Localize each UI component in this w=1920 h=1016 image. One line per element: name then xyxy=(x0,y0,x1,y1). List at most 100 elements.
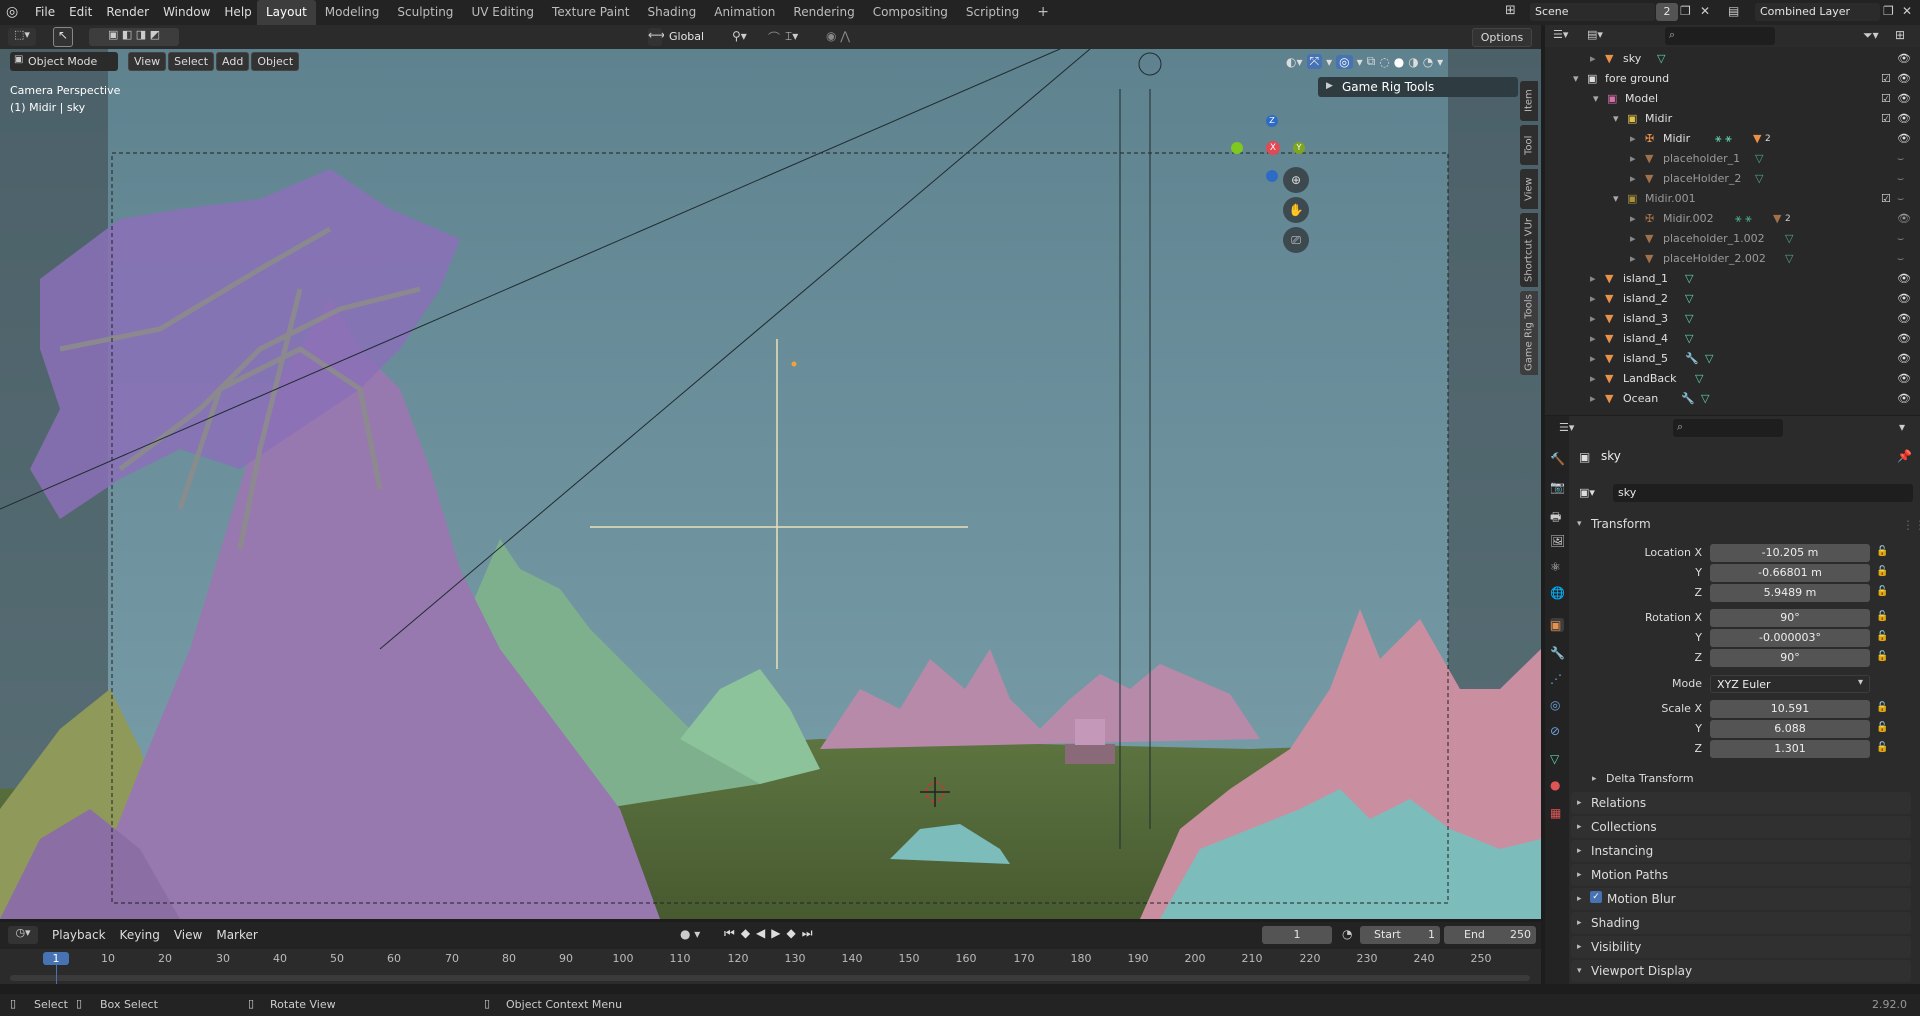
play-reverse-icon[interactable]: ◀ xyxy=(756,926,765,941)
proportional-edit-icon[interactable]: ◉ ⋀ xyxy=(826,29,850,43)
outliner-row-sky[interactable]: ▸ ▼ sky ▽ 👁 xyxy=(1545,49,1920,69)
lock-icon[interactable]: 🔓 xyxy=(1876,702,1888,713)
rotation-mode-select[interactable]: XYZ Euler xyxy=(1710,675,1870,693)
eye-icon[interactable]: 👁 xyxy=(1897,109,1911,129)
camera-view-icon[interactable]: ⎚ xyxy=(1283,227,1309,253)
tab-view[interactable]: View xyxy=(1520,169,1538,209)
outliner-row-midir-002[interactable]: ▸ ✠ Midir.002 ⚹ ⚹ ▼ 2 👁 xyxy=(1545,209,1920,229)
outliner-editor-icon[interactable]: ☰▾ xyxy=(1553,28,1568,41)
outliner-row-placeholder-2-002[interactable]: ▸ ▼ placeHolder_2.002 ▽ ⌣ xyxy=(1545,249,1920,269)
timeline-editor-icon[interactable]: ◷▾ xyxy=(8,926,38,944)
outliner-row-island-1[interactable]: ▸ ▼ island_1 ▽ 👁 xyxy=(1545,269,1920,289)
eye-icon[interactable]: 👁 xyxy=(1897,309,1911,329)
expand-icon[interactable]: ▸ xyxy=(1590,389,1596,409)
outliner-row-island-4[interactable]: ▸ ▼ island_4 ▽ 👁 xyxy=(1545,329,1920,349)
tab-game-rig-tools[interactable]: Game Rig Tools xyxy=(1520,291,1538,375)
outliner-row-placeholder-1[interactable]: ▸ ▼ placeholder_1 ▽ ⌣ xyxy=(1545,149,1920,169)
shading-material-icon[interactable]: ◑ xyxy=(1408,55,1418,69)
outliner-row-ocean[interactable]: ▸ ▼ Ocean 🔧 ▽ 👁 xyxy=(1545,389,1920,409)
expand-icon[interactable]: ▸ xyxy=(1590,269,1596,289)
rotation-x-field[interactable]: 90° xyxy=(1710,609,1870,627)
motion-blur-section[interactable]: Motion Blur xyxy=(1571,888,1911,910)
collapse-icon[interactable]: ▾ xyxy=(1577,519,1582,529)
tab-shading[interactable]: Shading xyxy=(638,0,705,25)
checkbox-icon[interactable]: ☑ xyxy=(1881,69,1891,89)
gizmo-y-axis[interactable]: Y xyxy=(1293,142,1305,154)
stopwatch-icon[interactable]: ◔ xyxy=(1342,927,1352,941)
properties-search-input[interactable] xyxy=(1673,419,1783,437)
tab-layout[interactable]: Layout xyxy=(257,0,316,25)
outliner-row-island-5[interactable]: ▸ ▼ island_5 🔧 ▽ 👁 xyxy=(1545,349,1920,369)
eye-icon[interactable]: 👁 xyxy=(1897,89,1911,109)
shading-dropdown-icon[interactable]: ▾ xyxy=(1437,55,1443,69)
motion-paths-section[interactable]: Motion Paths xyxy=(1571,864,1911,886)
lock-icon[interactable]: 🔓 xyxy=(1876,651,1888,662)
tab-modeling[interactable]: Modeling xyxy=(316,0,389,25)
eye-icon[interactable]: 👁 xyxy=(1897,69,1911,89)
viewport-menu-view[interactable]: View xyxy=(128,52,167,71)
checkbox-icon[interactable]: ☑ xyxy=(1881,109,1891,129)
lock-icon[interactable]: 🔓 xyxy=(1876,586,1888,597)
xray-icon[interactable]: ⧉ xyxy=(1367,54,1376,69)
tab-item[interactable]: Item xyxy=(1520,81,1538,121)
expand-icon[interactable]: ▸ xyxy=(1577,894,1582,904)
timeline-menu-marker[interactable]: Marker xyxy=(212,925,261,945)
world-icon[interactable]: 🌐 xyxy=(1550,586,1565,600)
lock-icon[interactable]: 🔓 xyxy=(1876,631,1888,642)
eye-icon[interactable]: 👁 xyxy=(1897,369,1911,389)
overlay-dropdown-icon[interactable]: ▾ xyxy=(1357,55,1363,69)
shading-section[interactable]: Shading xyxy=(1571,912,1911,934)
eye-closed-icon[interactable]: ⌣ xyxy=(1897,229,1904,249)
timeline-scrollbar[interactable] xyxy=(10,975,1530,981)
orientation-icon[interactable]: ⟷ xyxy=(648,28,665,46)
tab-texture-paint[interactable]: Texture Paint xyxy=(543,0,638,25)
particles-icon[interactable]: ⋰ xyxy=(1550,672,1564,686)
scale-x-field[interactable]: 10.591 xyxy=(1710,700,1870,718)
outliner-row-landback[interactable]: ▸ ▼ LandBack ▽ 👁 xyxy=(1545,369,1920,389)
lock-icon[interactable]: 🔓 xyxy=(1876,566,1888,577)
visibility-section[interactable]: Visibility xyxy=(1571,936,1911,958)
snap-target-icon[interactable]: ⌶▾ xyxy=(785,29,798,44)
timeline-menu-view[interactable]: View xyxy=(170,925,206,945)
menu-render[interactable]: Render xyxy=(99,0,156,25)
start-frame-field[interactable]: Start 1 xyxy=(1360,926,1440,944)
add-workspace-icon[interactable]: + xyxy=(1028,0,1058,25)
expand-icon[interactable]: ▸ xyxy=(1630,169,1636,189)
outliner-row-placeholder-2[interactable]: ▸ ▼ placeHolder_2 ▽ ⌣ xyxy=(1545,169,1920,189)
record-icon[interactable]: ● ▾ xyxy=(680,927,700,941)
shading-solid-icon[interactable]: ● xyxy=(1394,55,1404,69)
viewport-menu-select[interactable]: Select xyxy=(168,52,215,71)
location-z-field[interactable]: 5.9489 m xyxy=(1710,584,1870,602)
scale-z-field[interactable]: 1.301 xyxy=(1710,740,1870,758)
visibility-icon[interactable]: ◐▾ xyxy=(1286,55,1303,69)
outliner-row-midir-collection[interactable]: ▾ ▣ Midir ☑ 👁 xyxy=(1545,109,1920,129)
expand-icon[interactable]: ▸ xyxy=(1630,149,1636,169)
current-frame-field[interactable]: 1 xyxy=(1262,926,1332,944)
viewport-menu-object[interactable]: Object xyxy=(251,52,300,71)
expand-icon[interactable]: ▸ xyxy=(1577,822,1582,832)
expand-icon[interactable]: ▸ xyxy=(1577,918,1582,928)
scene-icon[interactable]: ⊞ xyxy=(1505,3,1516,18)
collapse-icon[interactable]: ▾ xyxy=(1573,69,1579,89)
snap-icon[interactable]: ⌒ xyxy=(768,29,780,46)
jump-start-icon[interactable]: ⏮ xyxy=(724,926,735,941)
pan-hand-icon[interactable]: ✋ xyxy=(1283,197,1309,223)
expand-icon[interactable]: ▸ xyxy=(1577,870,1582,880)
outliner-row-midir-armature[interactable]: ▸ ✠ Midir ⚹ ⚹ ▼ 2 👁 xyxy=(1545,129,1920,149)
material-icon[interactable]: ● xyxy=(1550,778,1564,792)
location-y-field[interactable]: -0.66801 m xyxy=(1710,564,1870,582)
prev-keyframe-icon[interactable]: ◆ xyxy=(741,926,750,941)
outliner-row-island-3[interactable]: ▸ ▼ island_3 ▽ 👁 xyxy=(1545,309,1920,329)
expand-icon[interactable]: ▸ xyxy=(1630,209,1636,229)
drag-handle-icon[interactable]: ⋮⋮ xyxy=(1902,518,1920,532)
eye-icon[interactable]: 👁 xyxy=(1897,129,1911,149)
shading-rendered-icon[interactable]: ◔ xyxy=(1423,55,1433,69)
expand-icon[interactable]: ▸ xyxy=(1590,289,1596,309)
eye-icon[interactable]: 👁 xyxy=(1897,329,1911,349)
mesh-data-props-icon[interactable]: ▽ xyxy=(1550,752,1564,766)
eye-icon[interactable]: 👁 xyxy=(1897,209,1911,229)
object-name-field[interactable]: sky xyxy=(1613,484,1913,502)
lock-icon[interactable]: 🔓 xyxy=(1876,546,1888,557)
3d-viewport[interactable]: Object Mode ▣ View Select Add Object ◐▾ … xyxy=(0,49,1541,919)
overlay-toggle-icon[interactable]: ◎ xyxy=(1336,54,1353,69)
